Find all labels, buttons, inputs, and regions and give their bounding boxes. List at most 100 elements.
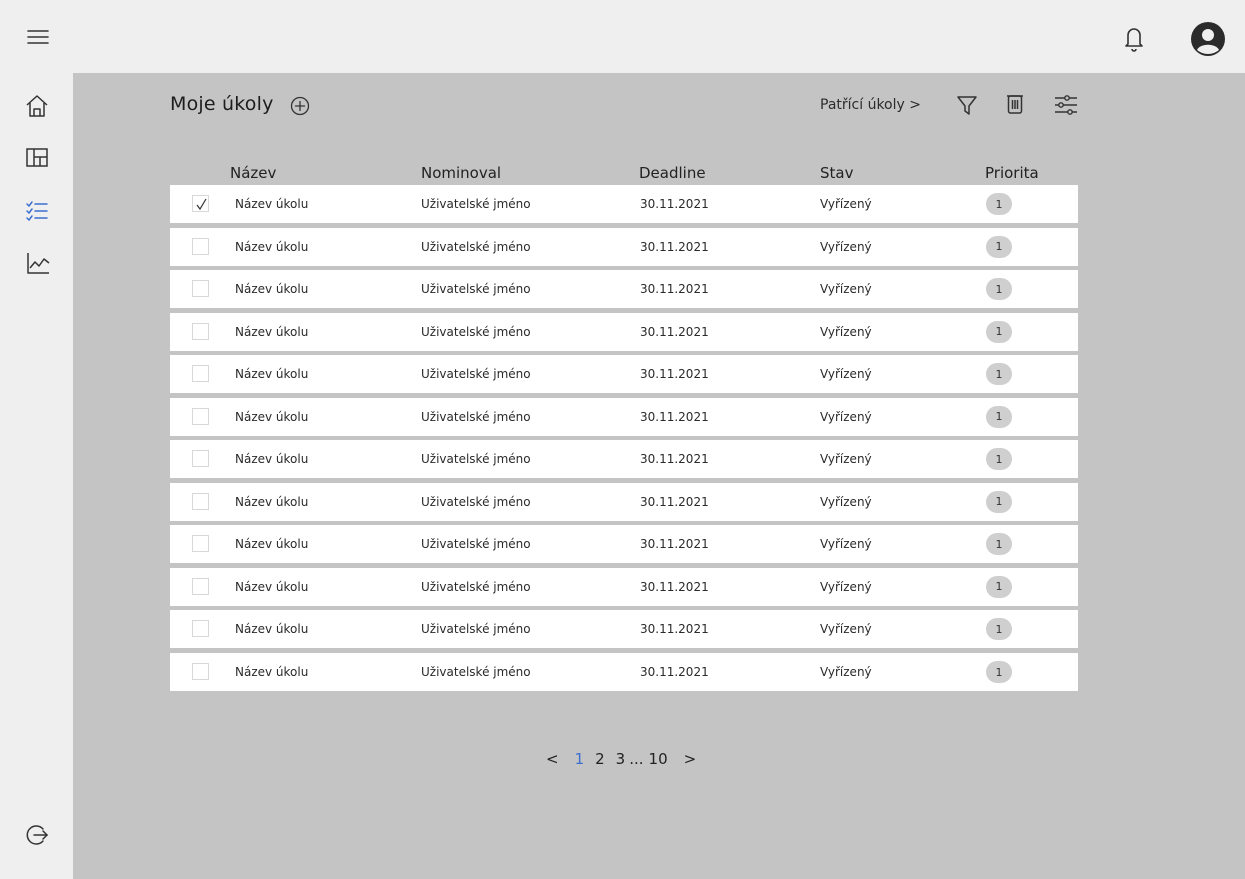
priority-badge: 1 (986, 448, 1012, 471)
column-header-priority[interactable]: Priorita (985, 164, 1039, 182)
task-name-cell: Název úkolu (235, 367, 309, 382)
task-name-cell: Název úkolu (235, 282, 309, 297)
home-icon[interactable] (24, 93, 50, 119)
task-name-cell: Název úkolu (235, 452, 309, 467)
row-checkbox[interactable] (192, 237, 209, 255)
trash-icon[interactable] (1004, 92, 1026, 116)
priority-badge: 1 (986, 661, 1012, 684)
table-row[interactable]: Název úkolu Uživatelské jméno 30.11.2021 Vy… (170, 610, 1078, 649)
task-nominee-cell: Uživatelské jméno (421, 197, 531, 211)
settings-sliders-icon[interactable] (1053, 93, 1079, 117)
task-nominee-cell: Uživatelské jméno (421, 537, 531, 552)
task-deadline-cell: 30.11.2021 (640, 282, 709, 297)
table-row[interactable]: Název úkolu Uživatelské jméno 30.11.2021 Vy… (170, 482, 1078, 521)
filter-icon[interactable] (955, 93, 979, 117)
task-nominee-cell: Uživatelské jméno (421, 452, 531, 467)
page-title: Moje úkoly (170, 93, 274, 115)
row-checkbox[interactable] (192, 620, 209, 638)
task-status-cell: Vyřízený (820, 537, 872, 552)
table-row[interactable]: Název úkolu Uživatelské jméno 30.11.2021 Vy… (170, 312, 1078, 351)
task-nominee-cell: Uživatelské jméno (421, 579, 531, 594)
task-status-cell: Vyřízený (820, 197, 872, 211)
hamburger-menu-icon[interactable] (24, 26, 52, 48)
task-deadline-cell: 30.11.2021 (640, 494, 709, 509)
task-deadline-cell: 30.11.2021 (640, 324, 709, 339)
table-row[interactable]: Název úkolu Uživatelské jméno 30.11.2021 Vy… (170, 653, 1078, 692)
task-table: Název úkolu Uživatelské jméno 30.11.2021 Vy… (170, 185, 1078, 696)
dashboard-icon[interactable] (25, 146, 49, 170)
pagination-prev[interactable]: < (546, 750, 559, 768)
pagination-next[interactable]: > (684, 750, 697, 768)
priority-badge: 1 (986, 235, 1012, 258)
task-name-cell: Název úkolu (235, 197, 309, 211)
task-status-cell: Vyřízený (820, 494, 872, 509)
table-row[interactable]: Název úkolu Uživatelské jméno 30.11.2021 Vy… (170, 270, 1078, 309)
row-checkbox[interactable] (192, 535, 209, 553)
column-header-nominee[interactable]: Nominoval (421, 164, 501, 182)
pagination-page-last[interactable]: 10 (649, 750, 668, 768)
task-status-cell: Vyřízený (820, 409, 872, 424)
priority-badge: 1 (986, 363, 1012, 386)
table-row[interactable]: Název úkolu Uživatelské jméno 30.11.2021 Vy… (170, 440, 1078, 479)
priority-badge: 1 (986, 193, 1012, 215)
row-checkbox[interactable] (192, 407, 209, 425)
row-checkbox[interactable] (192, 365, 209, 383)
task-status-cell: Vyřízený (820, 239, 872, 254)
tasks-icon[interactable] (25, 199, 49, 223)
priority-badge: 1 (986, 618, 1012, 641)
checkmark-icon (196, 198, 207, 211)
table-row[interactable]: Název úkolu Uživatelské jméno 30.11.2021 Vy… (170, 525, 1078, 564)
add-task-icon[interactable] (289, 95, 311, 117)
task-name-cell: Název úkolu (235, 622, 309, 637)
user-avatar-icon[interactable] (1190, 21, 1226, 57)
pagination-ellipsis: ... (629, 750, 644, 768)
task-deadline-cell: 30.11.2021 (640, 367, 709, 382)
shared-tasks-link[interactable]: Patřící úkoly > (820, 97, 921, 113)
pagination-page-1[interactable]: 1 (575, 750, 585, 768)
task-nominee-cell: Uživatelské jméno (421, 622, 531, 637)
task-name-cell: Název úkolu (235, 494, 309, 509)
priority-badge: 1 (986, 320, 1012, 343)
task-status-cell: Vyřízený (820, 579, 872, 594)
row-checkbox[interactable] (192, 577, 209, 595)
row-checkbox[interactable] (192, 195, 209, 212)
task-deadline-cell: 30.11.2021 (640, 579, 709, 594)
row-checkbox[interactable] (192, 663, 209, 681)
table-row[interactable]: Název úkolu Uživatelské jméno 30.11.2021 Vy… (170, 355, 1078, 394)
task-name-cell: Název úkolu (235, 239, 309, 254)
pagination-page-2[interactable]: 2 (595, 750, 605, 768)
task-nominee-cell: Uživatelské jméno (421, 409, 531, 424)
task-status-cell: Vyřízený (820, 367, 872, 382)
task-nominee-cell: Uživatelské jméno (421, 282, 531, 297)
column-header-name[interactable]: Název (230, 164, 276, 182)
table-row[interactable]: Název úkolu Uživatelské jméno 30.11.2021 Vy… (170, 227, 1078, 266)
row-checkbox[interactable] (192, 280, 209, 298)
column-header-status[interactable]: Stav (820, 164, 853, 182)
table-row[interactable]: Název úkolu Uživatelské jméno 30.11.2021 Vy… (170, 397, 1078, 436)
task-status-cell: Vyřízený (820, 665, 872, 680)
task-deadline-cell: 30.11.2021 (640, 239, 709, 254)
task-nominee-cell: Uživatelské jméno (421, 665, 531, 680)
task-nominee-cell: Uživatelské jméno (421, 367, 531, 382)
task-deadline-cell: 30.11.2021 (640, 622, 709, 637)
priority-badge: 1 (986, 575, 1012, 598)
task-name-cell: Název úkolu (235, 324, 309, 339)
task-status-cell: Vyřízený (820, 324, 872, 339)
column-header-deadline[interactable]: Deadline (639, 164, 706, 182)
priority-badge: 1 (986, 490, 1012, 513)
logout-icon[interactable] (24, 822, 50, 848)
row-checkbox[interactable] (192, 450, 209, 468)
row-checkbox[interactable] (192, 492, 209, 510)
task-nominee-cell: Uživatelské jméno (421, 239, 531, 254)
table-row[interactable]: Název úkolu Uživatelské jméno 30.11.2021 Vy… (170, 567, 1078, 606)
pagination-page-3[interactable]: 3 (616, 750, 626, 768)
row-checkbox[interactable] (192, 322, 209, 340)
bell-icon[interactable] (1120, 22, 1148, 54)
task-status-cell: Vyřízený (820, 282, 872, 297)
task-status-cell: Vyřízený (820, 622, 872, 637)
table-row[interactable]: Název úkolu Uživatelské jméno 30.11.2021 Vy… (170, 185, 1078, 223)
chart-icon[interactable] (25, 250, 51, 276)
task-status-cell: Vyřízený (820, 452, 872, 467)
task-name-cell: Název úkolu (235, 409, 309, 424)
sidebar (0, 73, 73, 879)
